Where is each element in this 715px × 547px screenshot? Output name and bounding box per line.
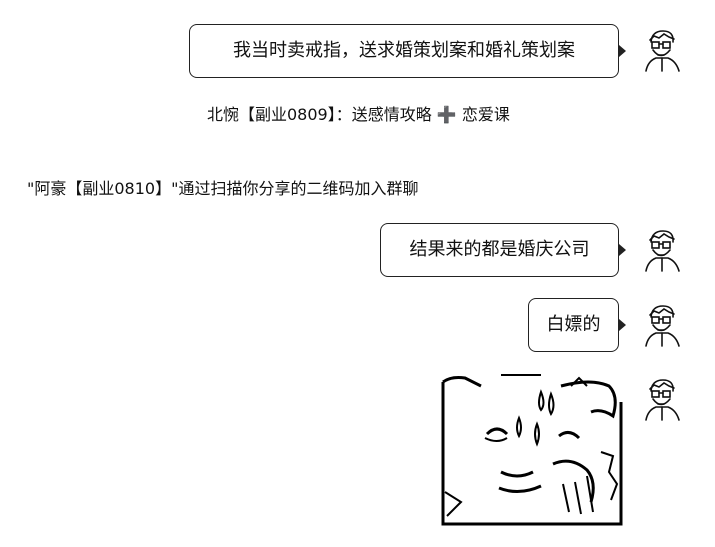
- bubble-tail: [619, 244, 626, 256]
- message-text: 结果来的都是婚庆公司: [409, 239, 590, 260]
- message-text: 我当时卖戒指，送求婚策划案和婚礼策划案: [233, 40, 575, 61]
- message-bubble-2[interactable]: 结果来的都是婚庆公司: [380, 223, 619, 277]
- message-text: 白嫖的: [546, 314, 601, 335]
- sweating-face-sticker[interactable]: [441, 372, 623, 526]
- bubble-tail: [619, 45, 626, 57]
- message-bubble-3[interactable]: 白嫖的: [528, 298, 619, 352]
- user-avatar-icon[interactable]: [642, 303, 682, 347]
- user-avatar-icon[interactable]: [642, 228, 682, 272]
- message-bubble-1[interactable]: 我当时卖戒指，送求婚策划案和婚礼策划案: [189, 24, 619, 78]
- bubble-tail: [623, 396, 630, 408]
- user-avatar-icon[interactable]: [642, 377, 682, 421]
- bubble-tail: [619, 319, 626, 331]
- system-notice: "阿豪【副业0810】"通过扫描你分享的二维码加入群聊: [27, 179, 419, 198]
- user-avatar-icon[interactable]: [642, 28, 682, 72]
- system-notice: 北惋【副业0809】：送感情攻略 ➕ 恋爱课: [207, 105, 510, 124]
